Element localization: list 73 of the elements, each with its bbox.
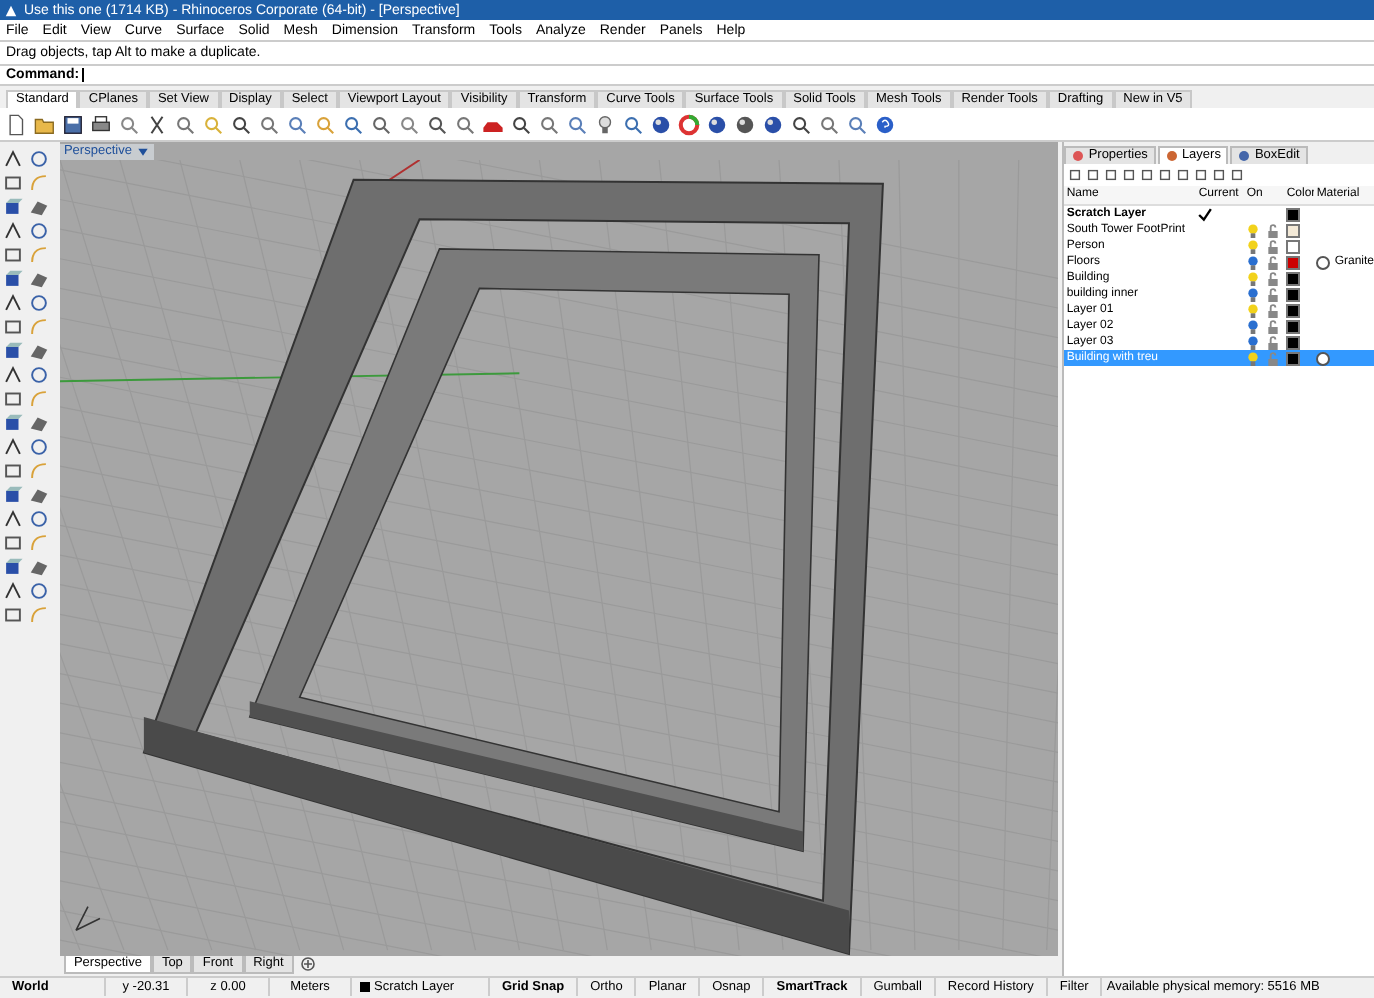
light-bulb-icon[interactable] xyxy=(1246,303,1261,317)
layer-color-swatch[interactable] xyxy=(1286,335,1301,349)
surface-icon[interactable] xyxy=(28,412,50,434)
polyline-icon[interactable] xyxy=(2,436,24,458)
surface-icon[interactable] xyxy=(28,484,50,506)
light-bulb-icon[interactable] xyxy=(1246,319,1261,333)
padlock-icon[interactable] xyxy=(1266,335,1281,349)
light-bulb-icon[interactable] xyxy=(1246,223,1261,237)
padlock-icon[interactable] xyxy=(1266,271,1281,285)
box-icon[interactable] xyxy=(2,268,24,290)
axis-indicator-drawing xyxy=(75,905,101,932)
cut-icon[interactable] xyxy=(146,113,168,135)
layer-color-swatch[interactable] xyxy=(1286,303,1301,317)
surface-icon[interactable] xyxy=(28,196,50,218)
polyline-icon[interactable] xyxy=(2,364,24,386)
add-icon[interactable] xyxy=(299,956,316,972)
light-bulb-icon[interactable] xyxy=(1246,351,1261,365)
padlock-icon[interactable] xyxy=(1266,223,1281,237)
rectangle-icon[interactable] xyxy=(2,244,24,266)
layer-color-swatch[interactable] xyxy=(1286,287,1301,301)
surface-icon[interactable] xyxy=(28,268,50,290)
box-icon[interactable] xyxy=(2,556,24,578)
light-bulb-icon[interactable] xyxy=(594,113,616,135)
layer-color-swatch[interactable] xyxy=(1286,223,1301,237)
polyline-icon[interactable] xyxy=(2,148,24,170)
rectangle-icon[interactable] xyxy=(2,604,24,626)
printer-icon[interactable] xyxy=(90,113,112,135)
light-bulb-icon[interactable] xyxy=(1246,255,1261,269)
sphere-icon[interactable] xyxy=(650,113,672,135)
rectangle-icon[interactable] xyxy=(2,316,24,338)
folder-icon[interactable] xyxy=(34,113,56,135)
sphere-icon[interactable] xyxy=(706,113,728,135)
zoom-window-icon[interactable] xyxy=(342,113,364,135)
layer-color-swatch[interactable] xyxy=(1286,239,1301,253)
check-icon[interactable] xyxy=(1198,207,1213,221)
light-bulb-icon[interactable] xyxy=(1246,271,1261,285)
light-bulb-icon[interactable] xyxy=(1246,287,1261,301)
polyline-icon[interactable] xyxy=(2,292,24,314)
rectangle-icon[interactable] xyxy=(2,532,24,554)
new-document-icon[interactable] xyxy=(6,113,28,135)
rectangle-icon[interactable] xyxy=(2,460,24,482)
color-wheel-icon[interactable] xyxy=(678,113,700,135)
material-icon[interactable] xyxy=(1316,351,1331,365)
light-bulb-icon[interactable] xyxy=(1246,335,1261,349)
rectangle-icon[interactable] xyxy=(2,388,24,410)
polyline-icon[interactable] xyxy=(2,508,24,530)
box-icon[interactable] xyxy=(2,340,24,362)
surface-icon[interactable] xyxy=(28,340,50,362)
material-icon[interactable] xyxy=(1316,255,1331,269)
tab-icon xyxy=(1072,150,1085,162)
surface-icon[interactable] xyxy=(28,556,50,578)
tab-icon xyxy=(1238,150,1251,162)
box-icon[interactable] xyxy=(2,484,24,506)
polyline-icon[interactable] xyxy=(2,580,24,602)
padlock-icon[interactable] xyxy=(1266,239,1281,253)
padlock-icon[interactable] xyxy=(1266,319,1281,333)
box-icon[interactable] xyxy=(2,412,24,434)
layer-color-swatch[interactable] xyxy=(1286,255,1301,269)
rectangle-icon[interactable] xyxy=(2,172,24,194)
tab-icon xyxy=(1165,150,1178,162)
padlock-icon[interactable] xyxy=(1266,255,1281,269)
box-icon[interactable] xyxy=(2,196,24,218)
save-icon[interactable] xyxy=(62,113,84,135)
layer-color-swatch[interactable] xyxy=(1286,207,1301,221)
sphere-icon[interactable] xyxy=(734,113,756,135)
sphere-icon[interactable] xyxy=(762,113,784,135)
layer-color-swatch[interactable] xyxy=(1286,271,1301,285)
layer-color-swatch[interactable] xyxy=(1286,319,1301,333)
layer-color-swatch[interactable] xyxy=(1286,351,1301,365)
padlock-icon[interactable] xyxy=(1266,287,1281,301)
padlock-icon[interactable] xyxy=(1266,303,1281,317)
light-bulb-icon[interactable] xyxy=(1246,239,1261,253)
polyline-icon[interactable] xyxy=(2,220,24,242)
